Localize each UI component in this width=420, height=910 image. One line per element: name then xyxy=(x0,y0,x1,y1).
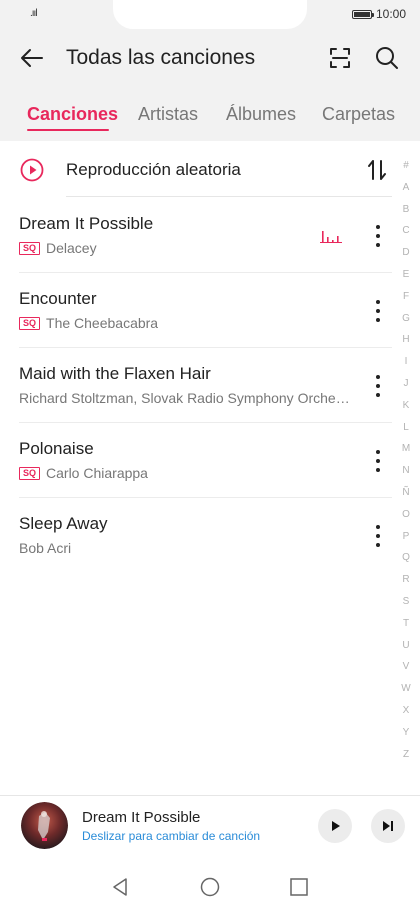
song-artist: Carlo Chiarappa xyxy=(46,465,148,481)
index-letter[interactable]: I xyxy=(396,356,416,378)
tab-carpetas[interactable]: Carpetas xyxy=(322,104,395,125)
index-letter[interactable]: C xyxy=(396,225,416,247)
index-letter[interactable]: S xyxy=(396,596,416,618)
index-letter[interactable]: U xyxy=(396,640,416,662)
more-options-icon[interactable] xyxy=(368,523,388,549)
index-letter[interactable]: Ñ xyxy=(396,487,416,509)
tab-bar: Canciones Artistas Álbumes Carpetas xyxy=(0,96,420,136)
sq-badge: SQ xyxy=(19,316,41,330)
song-row[interactable]: Sleep Away Bob Acri xyxy=(0,498,400,573)
song-row[interactable]: Maid with the Flaxen Hair Richard Stoltz… xyxy=(0,348,400,423)
divider xyxy=(66,196,392,197)
song-artist-row: Bob Acri xyxy=(19,540,71,556)
song-title: Polonaise xyxy=(19,439,94,458)
album-cover[interactable] xyxy=(21,802,68,849)
skip-next-icon xyxy=(383,821,393,831)
index-letter[interactable]: M xyxy=(396,443,416,465)
song-title: Maid with the Flaxen Hair xyxy=(19,364,211,383)
song-artist: The Cheebacabra xyxy=(46,315,159,331)
battery-icon xyxy=(351,9,374,19)
index-letter[interactable]: H xyxy=(396,334,416,356)
sq-badge: SQ xyxy=(19,241,41,255)
index-letter[interactable]: T xyxy=(396,618,416,640)
sq-badge: SQ xyxy=(19,466,41,480)
system-navigation-bar xyxy=(0,860,420,910)
song-artist-row: SQ Carlo Chiarappa xyxy=(19,465,148,481)
page-title: Todas las canciones xyxy=(66,46,256,69)
shuffle-play-label: Reproducción aleatoria xyxy=(66,160,241,179)
play-button[interactable] xyxy=(318,809,352,843)
index-letter[interactable]: P xyxy=(396,531,416,553)
index-letter[interactable]: G xyxy=(396,313,416,335)
index-letter[interactable]: R xyxy=(396,574,416,596)
shuffle-play-row[interactable]: Reproducción aleatoria xyxy=(0,146,392,196)
more-options-icon[interactable] xyxy=(368,448,388,474)
index-letter[interactable]: Y xyxy=(396,727,416,749)
index-letter[interactable]: W xyxy=(396,683,416,705)
index-letter[interactable]: Z xyxy=(396,749,416,771)
index-letter[interactable]: N xyxy=(396,465,416,487)
index-letter[interactable]: J xyxy=(396,378,416,400)
index-letter[interactable]: B xyxy=(396,204,416,226)
tab-albumes[interactable]: Álbumes xyxy=(226,104,296,125)
back-arrow-icon[interactable] xyxy=(18,44,46,72)
song-row[interactable]: Encounter SQ The Cheebacabra xyxy=(0,273,400,348)
status-bar-right: 10:00 xyxy=(351,7,406,21)
scan-icon[interactable] xyxy=(326,44,354,72)
nav-back-icon[interactable] xyxy=(109,876,131,898)
header: Todas las canciones xyxy=(0,36,420,80)
index-letter[interactable]: X xyxy=(396,705,416,727)
alphabet-index[interactable]: # A B C D E F G H I J K L M N Ñ O P Q R S T U V W X Y Z xyxy=(396,160,416,770)
now-playing-equalizer-icon xyxy=(320,231,342,243)
song-row[interactable]: Polonaise SQ Carlo Chiarappa xyxy=(0,423,400,498)
camera-notch xyxy=(113,0,307,29)
song-artist-row: SQ The Cheebacabra xyxy=(19,315,158,331)
index-letter[interactable]: K xyxy=(396,400,416,422)
song-list: Dream It Possible SQ Delacey Encounter S… xyxy=(0,198,400,573)
song-row[interactable]: Dream It Possible SQ Delacey xyxy=(0,198,400,273)
song-title: Sleep Away xyxy=(19,514,108,533)
next-track-button[interactable] xyxy=(371,809,405,843)
sort-icon[interactable] xyxy=(366,157,388,183)
song-artist: Bob Acri xyxy=(19,540,72,556)
index-letter[interactable]: O xyxy=(396,509,416,531)
song-artist: Delacey xyxy=(46,240,97,256)
nav-home-icon[interactable] xyxy=(199,876,221,898)
index-letter[interactable]: D xyxy=(396,247,416,269)
index-letter[interactable]: F xyxy=(396,291,416,313)
more-options-icon[interactable] xyxy=(368,298,388,324)
index-letter[interactable]: Q xyxy=(396,552,416,574)
signal-icon: .ııl xyxy=(30,8,38,19)
player-swipe-hint: Deslizar para cambiar de canción xyxy=(82,829,261,843)
index-letter[interactable]: E xyxy=(396,269,416,291)
player-song-title: Dream It Possible xyxy=(82,809,201,826)
nav-recents-icon[interactable] xyxy=(288,876,310,898)
active-tab-indicator xyxy=(27,129,109,131)
search-icon[interactable] xyxy=(373,44,401,72)
song-artist-row: Richard Stoltzman, Slovak Radio Symphony… xyxy=(19,390,350,406)
more-options-icon[interactable] xyxy=(368,373,388,399)
index-letter[interactable]: A xyxy=(396,182,416,204)
more-options-icon[interactable] xyxy=(368,223,388,249)
play-icon xyxy=(332,821,340,831)
index-letter[interactable]: # xyxy=(396,160,416,182)
play-circle-icon xyxy=(20,158,44,182)
status-time: 10:00 xyxy=(375,7,406,21)
song-artist: Richard Stoltzman, Slovak Radio Symphony… xyxy=(19,390,350,406)
song-title: Dream It Possible xyxy=(19,214,154,233)
index-letter[interactable]: L xyxy=(396,422,416,444)
tab-artistas[interactable]: Artistas xyxy=(138,104,198,125)
mini-player[interactable]: Dream It Possible Deslizar para cambiar … xyxy=(0,795,420,855)
tab-canciones[interactable]: Canciones xyxy=(27,104,118,125)
song-artist-row: SQ Delacey xyxy=(19,240,97,256)
song-title: Encounter xyxy=(19,289,97,308)
index-letter[interactable]: V xyxy=(396,661,416,683)
